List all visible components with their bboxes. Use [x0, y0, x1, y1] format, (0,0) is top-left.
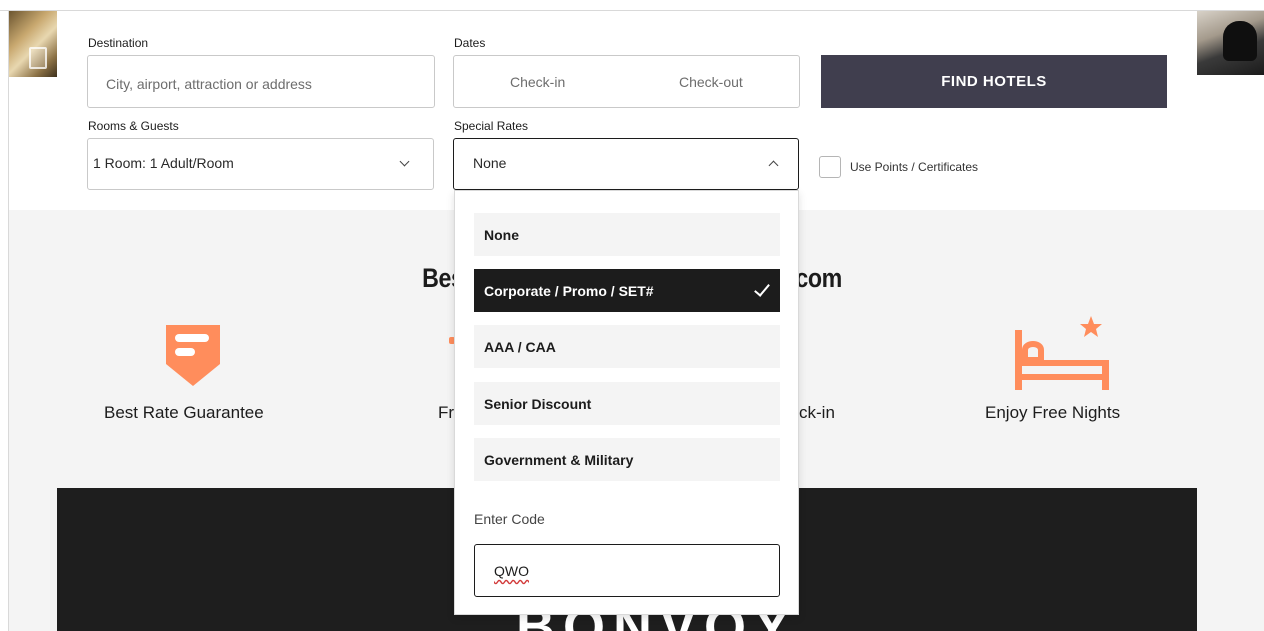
top-divider — [0, 10, 1264, 11]
destination-input[interactable]: City, airport, attraction or address — [87, 55, 435, 108]
special-rates-dropdown: None Corporate / Promo / SET# AAA / CAA … — [454, 190, 799, 615]
special-rates-select[interactable]: None — [453, 138, 799, 190]
chevron-up-icon — [768, 160, 779, 171]
bed-star-icon — [1015, 316, 1109, 390]
promo-code-value: QWO — [494, 563, 529, 579]
option-label: Corporate / Promo / SET# — [484, 282, 654, 299]
checkout-field[interactable]: Check-out — [679, 74, 743, 90]
dates-input[interactable]: Check-in Check-out — [453, 55, 800, 108]
benefit-label-free-nights: Enjoy Free Nights — [985, 403, 1121, 422]
option-label: None — [484, 226, 519, 243]
checkin-field[interactable]: Check-in — [510, 74, 565, 90]
benefit-label-best-rate: Best Rate Guarantee — [104, 403, 264, 422]
option-label: AAA / CAA — [484, 338, 556, 355]
special-rate-option-corporate[interactable]: Corporate / Promo / SET# — [474, 269, 780, 312]
right-photo-thumbnail — [1197, 11, 1264, 75]
chevron-down-icon — [399, 156, 410, 167]
special-rate-option-none[interactable]: None — [474, 213, 780, 256]
special-rates-label: Special Rates — [454, 119, 529, 133]
benefit-label-partial-left: Fr — [438, 403, 455, 422]
rooms-guests-label: Rooms & Guests — [88, 119, 179, 133]
page: Destination City, airport, attraction or… — [0, 0, 1264, 631]
checkmark-icon — [754, 280, 770, 297]
use-points-label[interactable]: Use Points / Certificates — [850, 160, 978, 174]
rooms-guests-select[interactable]: 1 Room: 1 Adult/Room — [87, 138, 434, 190]
left-photo-thumbnail — [9, 11, 57, 77]
benefit-label-partial-right: ck-in — [799, 403, 835, 422]
enter-code-label: Enter Code — [474, 511, 545, 527]
use-points-checkbox[interactable] — [819, 156, 841, 178]
special-rate-option-senior[interactable]: Senior Discount — [474, 382, 780, 425]
special-rate-option-government[interactable]: Government & Military — [474, 438, 780, 481]
special-rates-value: None — [473, 155, 507, 171]
destination-label: Destination — [88, 36, 149, 50]
find-hotels-button[interactable]: FIND HOTELS — [821, 55, 1167, 108]
option-label: Senior Discount — [484, 395, 592, 412]
option-label: Government & Military — [484, 451, 634, 468]
special-rate-option-aaa[interactable]: AAA / CAA — [474, 325, 780, 368]
price-tag-shield-icon — [166, 325, 220, 386]
promo-code-input[interactable]: QWO — [474, 544, 780, 597]
dates-label: Dates — [454, 36, 486, 50]
rooms-guests-value: 1 Room: 1 Adult/Room — [93, 155, 234, 171]
destination-placeholder: City, airport, attraction or address — [106, 76, 312, 92]
